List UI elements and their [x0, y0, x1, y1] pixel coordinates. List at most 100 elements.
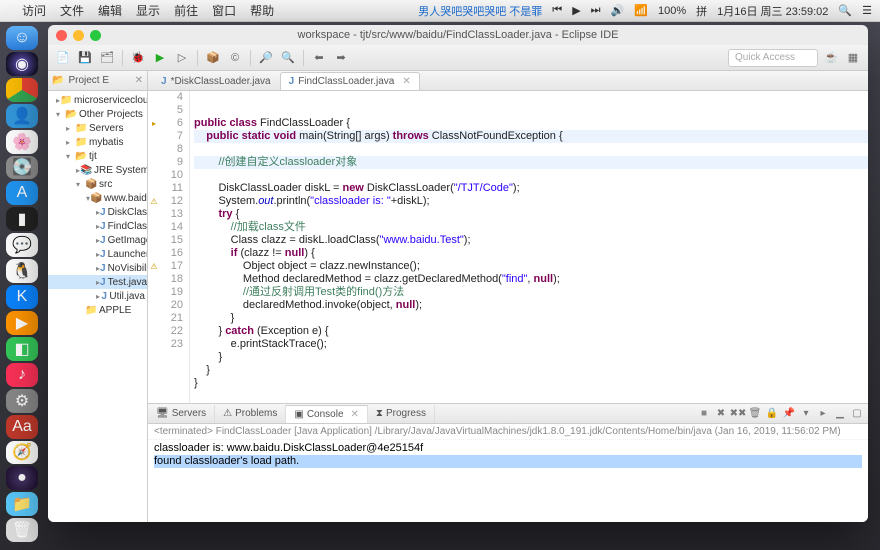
tree-item[interactable]: ▸📁Servers	[48, 121, 147, 135]
tree-item[interactable]: ▸📚JRE System Lib	[48, 163, 147, 177]
servers-icon: 🖥	[156, 408, 169, 419]
dock-finder[interactable]: ☺	[6, 26, 38, 50]
clear-console-icon[interactable]: 🗑	[748, 407, 762, 421]
tab-problems[interactable]: ⚠Problems	[215, 405, 286, 423]
terminate-icon[interactable]: ■	[697, 407, 711, 421]
project-explorer-icon: 📂	[52, 75, 64, 86]
save-icon[interactable]: 💾	[76, 49, 94, 67]
dock-terminal[interactable]: ▮	[6, 207, 38, 231]
remove-all-icon[interactable]: ✖✖	[731, 407, 745, 421]
dock-chrome[interactable]	[6, 78, 38, 102]
input-method-icon[interactable]: 拼	[696, 3, 707, 19]
perspective-open-icon[interactable]: ▦	[844, 49, 862, 67]
tree-item[interactable]: ▸JDiskClass	[48, 205, 147, 219]
forward-icon[interactable]: ➡	[332, 49, 350, 67]
tree-item[interactable]: ▸JTest.java	[48, 275, 147, 289]
tab-progress[interactable]: ⧗Progress	[368, 405, 435, 423]
now-playing[interactable]: 男人哭吧哭吧哭吧 不是罪	[418, 3, 542, 19]
dock-downloads[interactable]: 📁	[6, 492, 38, 516]
new-class-icon[interactable]: ©	[226, 49, 244, 67]
tree-item[interactable]: ▸📁mybatis	[48, 135, 147, 149]
debug-icon[interactable]: 🐞	[129, 49, 147, 67]
menu-view[interactable]: 显示	[136, 2, 160, 19]
window-titlebar[interactable]: workspace - tjt/src/www/baidu/FindClassL…	[48, 25, 868, 45]
tree-item[interactable]: ▸JGetImage	[48, 233, 147, 247]
tree-item[interactable]: ▾📦src	[48, 177, 147, 191]
zoom-button[interactable]	[90, 30, 101, 41]
prev-track-icon[interactable]: ⏮	[552, 4, 562, 17]
dock-trash[interactable]: 🗑	[6, 518, 38, 542]
tree-item[interactable]: ▾📦www.baidu	[48, 191, 147, 205]
close-icon[interactable]: ✕	[135, 75, 143, 86]
menu-help[interactable]: 帮助	[250, 2, 274, 19]
code-editor[interactable]: ▸⚠⚠ 4567891011121314151617181920212223 p…	[148, 91, 868, 403]
pin-console-icon[interactable]: 📌	[782, 407, 796, 421]
editor-tab-diskclassloader[interactable]: J*DiskClassLoader.java	[152, 72, 280, 90]
menu-edit[interactable]: 编辑	[98, 2, 122, 19]
save-all-icon[interactable]: 🗂	[98, 49, 116, 67]
console-output[interactable]: classloader is: www.baidu.DiskClassLoade…	[148, 440, 868, 522]
dock-app3[interactable]: ◧	[6, 337, 38, 361]
notification-icon[interactable]: ☰	[862, 4, 872, 17]
wifi-icon[interactable]: 📶	[634, 4, 648, 17]
dock-safari[interactable]: 🧭	[6, 441, 38, 465]
dock-app2[interactable]: ▶	[6, 311, 38, 335]
run-icon[interactable]: ▶	[151, 49, 169, 67]
maximize-icon[interactable]: ▢	[850, 407, 864, 421]
menu-finder[interactable]: 访问	[22, 2, 46, 19]
dock-disk[interactable]: 💽	[6, 156, 38, 180]
remove-launch-icon[interactable]: ✖	[714, 407, 728, 421]
editor-tab-findclassloader[interactable]: JFindClassLoader.java✕	[280, 72, 420, 90]
open-type-icon[interactable]: 🔎	[257, 49, 275, 67]
new-package-icon[interactable]: 📦	[204, 49, 222, 67]
dock-appstore[interactable]: A	[6, 181, 38, 205]
open-console-icon[interactable]: ▸	[816, 407, 830, 421]
tree-item[interactable]: 📁APPLE	[48, 303, 147, 317]
dock-qq[interactable]: 🐧	[6, 259, 38, 283]
volume-icon[interactable]: 🔊	[611, 4, 625, 17]
run-last-icon[interactable]: ▷	[173, 49, 191, 67]
play-icon[interactable]: ▶	[572, 4, 580, 17]
tree-item[interactable]: ▾📂Other Projects	[48, 107, 147, 121]
tree-item[interactable]: ▸JFindClass	[48, 219, 147, 233]
project-tree[interactable]: ▸📁microservicecloud▾📂Other Projects▸📁Ser…	[48, 91, 147, 522]
menu-file[interactable]: 文件	[60, 2, 84, 19]
java-file-icon: J	[289, 76, 295, 87]
source-code[interactable]: public class FindClassLoader { public st…	[190, 91, 868, 403]
scroll-lock-icon[interactable]: 🔒	[765, 407, 779, 421]
dock-app1[interactable]: K	[6, 285, 38, 309]
close-button[interactable]	[56, 30, 67, 41]
minimize-button[interactable]	[73, 30, 84, 41]
search-icon[interactable]: 🔍	[279, 49, 297, 67]
console-line-selected: found classloader's load path.	[154, 455, 862, 468]
battery-status[interactable]: 100%	[658, 5, 686, 17]
dock-font[interactable]: Aa	[6, 415, 38, 439]
dock-photos[interactable]: 🌸	[6, 130, 38, 154]
display-console-icon[interactable]: ▾	[799, 407, 813, 421]
tab-servers[interactable]: 🖥Servers	[148, 405, 215, 423]
next-track-icon[interactable]: ⏭	[591, 4, 601, 17]
tree-item[interactable]: ▸JNoVisibili	[48, 261, 147, 275]
tree-item[interactable]: ▸📁microservicecloud	[48, 93, 147, 107]
dock-music[interactable]: ♪	[6, 363, 38, 387]
clock[interactable]: 1月16日 周三 23:59:02	[717, 3, 828, 19]
dock-contacts[interactable]: 👤	[6, 104, 38, 128]
close-icon[interactable]: ✕	[402, 76, 410, 87]
project-explorer-tab[interactable]: 📂 Project E ✕	[48, 71, 147, 91]
menu-window[interactable]: 窗口	[212, 2, 236, 19]
quick-access-input[interactable]: Quick Access	[728, 49, 818, 67]
search-icon[interactable]: 🔍	[838, 4, 852, 17]
new-icon[interactable]: 📄	[54, 49, 72, 67]
tree-item[interactable]: ▸JUtil.java	[48, 289, 147, 303]
menu-go[interactable]: 前往	[174, 2, 198, 19]
tab-console[interactable]: ▣Console✕	[286, 405, 368, 423]
dock-eclipse[interactable]: ●	[6, 466, 38, 490]
minimize-icon[interactable]: ▁	[833, 407, 847, 421]
back-icon[interactable]: ⬅	[310, 49, 328, 67]
dock-settings[interactable]: ⚙	[6, 389, 38, 413]
tree-item[interactable]: ▸JLauncher.	[48, 247, 147, 261]
dock-siri[interactable]: ◉	[6, 52, 38, 76]
perspective-java-icon[interactable]: ☕	[822, 49, 840, 67]
dock-wechat[interactable]: 💬	[6, 233, 38, 257]
tree-item[interactable]: ▾📂tjt	[48, 149, 147, 163]
